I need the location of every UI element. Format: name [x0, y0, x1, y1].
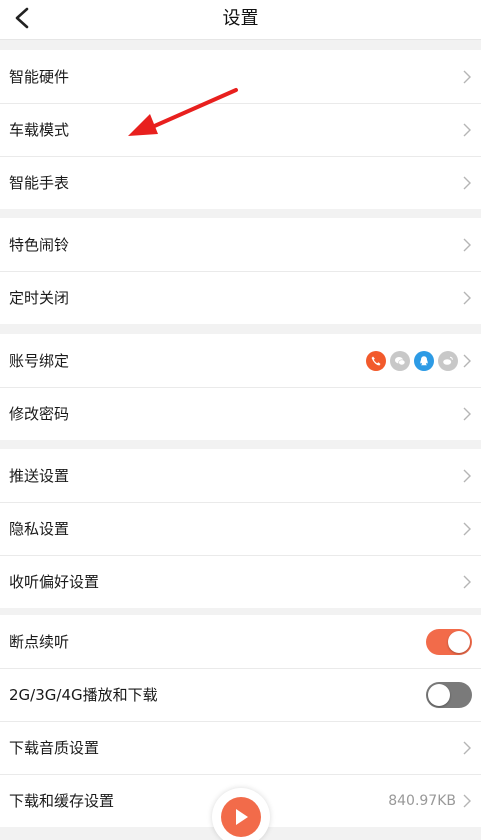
play-icon	[236, 809, 248, 825]
row-label: 车载模式	[9, 121, 70, 139]
chevron-right-icon	[463, 123, 471, 136]
top-bar: 设置	[0, 0, 481, 40]
play-button-core	[221, 797, 261, 837]
row-download-quality[interactable]: 下载音质设置	[0, 721, 481, 774]
settings-group-hardware: 智能硬件 车载模式 智能手表	[0, 50, 481, 209]
wechat-icon	[390, 350, 410, 371]
row-smart-hardware[interactable]: 智能硬件	[0, 50, 481, 103]
row-label: 下载和缓存设置	[9, 792, 115, 810]
chevron-right-icon	[463, 70, 471, 83]
qq-icon	[414, 350, 434, 371]
phone-icon	[366, 350, 386, 371]
settings-group-timer: 特色闹铃 定时关闭	[0, 218, 481, 324]
toggle-knob	[428, 683, 450, 706]
row-push-settings[interactable]: 推送设置	[0, 449, 481, 502]
row-privacy-settings[interactable]: 隐私设置	[0, 502, 481, 555]
row-car-mode[interactable]: 车载模式	[0, 103, 481, 156]
chevron-right-icon	[463, 469, 471, 482]
chevron-right-icon	[463, 794, 471, 807]
cache-size: 840.97KB	[388, 792, 456, 809]
row-account-binding[interactable]: 账号绑定	[0, 334, 481, 387]
row-label: 定时关闭	[9, 289, 70, 307]
weibo-icon	[438, 350, 458, 371]
row-label: 断点续听	[9, 633, 70, 651]
row-sleep-timer[interactable]: 定时关闭	[0, 271, 481, 324]
row-resume-playback: 断点续听	[0, 615, 481, 668]
row-change-password[interactable]: 修改密码	[0, 387, 481, 440]
row-label: 智能手表	[9, 174, 70, 192]
settings-group-preferences: 推送设置 隐私设置 收听偏好设置	[0, 449, 481, 608]
row-label: 下载音质设置	[9, 739, 100, 757]
row-label: 收听偏好设置	[9, 573, 100, 591]
row-label: 账号绑定	[9, 352, 70, 370]
chevron-right-icon	[463, 407, 471, 420]
mobile-data-toggle[interactable]	[426, 681, 472, 708]
chevron-right-icon	[463, 575, 471, 588]
chevron-right-icon	[463, 176, 471, 189]
back-arrow-icon	[15, 7, 29, 29]
row-special-alarm[interactable]: 特色闹铃	[0, 218, 481, 271]
page-title: 设置	[222, 8, 259, 29]
row-label: 特色闹铃	[9, 236, 70, 254]
settings-group-account: 账号绑定 修改密码	[0, 334, 481, 440]
row-label: 推送设置	[9, 467, 70, 485]
row-label: 隐私设置	[9, 520, 70, 538]
chevron-right-icon	[463, 238, 471, 251]
row-mobile-data-playback: 2G/3G/4G播放和下载	[0, 668, 481, 721]
toggle-knob	[448, 630, 470, 653]
resume-playback-toggle[interactable]	[426, 628, 472, 655]
back-button[interactable]	[6, 2, 38, 34]
row-label: 修改密码	[9, 405, 70, 423]
row-label: 2G/3G/4G播放和下载	[9, 686, 158, 704]
floating-play-button[interactable]	[212, 788, 270, 840]
chevron-right-icon	[463, 522, 471, 535]
chevron-right-icon	[463, 741, 471, 754]
chevron-right-icon	[463, 291, 471, 304]
row-listening-preferences[interactable]: 收听偏好设置	[0, 555, 481, 608]
chevron-right-icon	[463, 354, 471, 367]
row-smart-watch[interactable]: 智能手表	[0, 156, 481, 209]
row-label: 智能硬件	[9, 68, 70, 86]
